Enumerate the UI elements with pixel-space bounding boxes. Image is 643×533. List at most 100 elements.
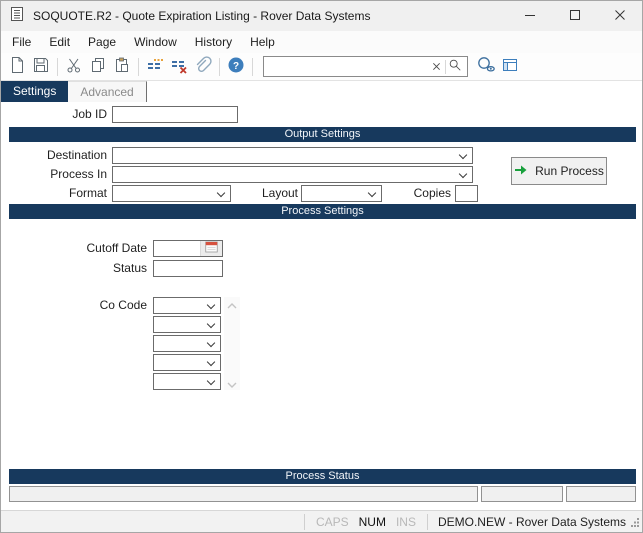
scroll-down-icon	[227, 376, 237, 391]
copy-icon	[89, 56, 107, 77]
add-detail-button[interactable]	[143, 55, 167, 79]
co-code-scrollbar	[224, 297, 240, 390]
search-icon	[448, 58, 462, 75]
calendar-button[interactable]	[200, 241, 222, 256]
maximize-icon	[569, 9, 581, 24]
scroll-up-icon	[227, 297, 237, 312]
window-title: SOQUOTE.R2 - Quote Expiration Listing - …	[33, 9, 371, 23]
process-in-label: Process In	[50, 167, 107, 181]
title-bar: SOQUOTE.R2 - Quote Expiration Listing - …	[1, 1, 642, 31]
co-code-select-1[interactable]	[153, 297, 221, 314]
status-input[interactable]	[153, 260, 223, 277]
menu-help[interactable]: Help	[241, 32, 284, 52]
toolbar: ?	[1, 53, 642, 81]
layout-icon	[501, 56, 519, 77]
cutoff-date-field	[153, 240, 223, 257]
new-button[interactable]	[5, 55, 29, 79]
cut-icon	[65, 56, 83, 77]
format-select[interactable]	[112, 185, 231, 202]
new-icon	[8, 56, 26, 77]
scroll-down-button[interactable]	[224, 376, 240, 390]
run-process-label: Run Process	[535, 164, 604, 178]
output-settings-header: Output Settings	[9, 127, 636, 142]
statusbar-separator	[303, 513, 305, 530]
cutoff-date-input[interactable]	[154, 241, 200, 256]
search-input[interactable]	[267, 59, 427, 74]
clear-search-button[interactable]	[427, 58, 445, 76]
close-icon	[614, 9, 626, 24]
run-arrow-icon	[514, 164, 528, 179]
ins-indicator: INS	[395, 514, 416, 529]
resize-grip[interactable]	[630, 516, 640, 530]
help-button[interactable]: ?	[224, 55, 248, 79]
co-code-label: Co Code	[99, 298, 147, 312]
find-preview-icon	[476, 56, 496, 77]
menu-edit[interactable]: Edit	[40, 32, 79, 52]
co-code-select-4[interactable]	[153, 354, 221, 371]
layout-select[interactable]	[301, 185, 382, 202]
paste-icon	[113, 56, 131, 77]
attach-button[interactable]	[191, 55, 215, 79]
process-status-header: Process Status	[9, 469, 636, 484]
help-icon: ?	[227, 56, 245, 77]
save-icon	[32, 56, 50, 77]
menu-history[interactable]: History	[186, 32, 241, 52]
co-code-select-2[interactable]	[153, 316, 221, 333]
toolbar-separator	[219, 57, 220, 76]
find-preview-button[interactable]	[474, 55, 498, 79]
add-detail-icon	[146, 56, 164, 77]
num-indicator: NUM	[358, 514, 386, 529]
copies-label: Copies	[413, 186, 451, 200]
format-label: Format	[68, 186, 107, 200]
toolbar-separator	[57, 57, 58, 76]
tab-settings[interactable]: Settings	[1, 81, 69, 102]
delete-detail-icon	[170, 56, 188, 77]
menu-page[interactable]: Page	[79, 32, 125, 52]
minimize-button[interactable]	[507, 1, 552, 31]
clear-search-icon	[432, 59, 441, 74]
paste-button[interactable]	[110, 55, 134, 79]
document-icon	[9, 6, 25, 27]
process-status-box-2	[481, 486, 563, 502]
job-id-input[interactable]	[112, 106, 238, 123]
run-process-button[interactable]: Run Process	[511, 157, 607, 185]
menu-file[interactable]: File	[3, 32, 40, 52]
process-in-select[interactable]	[112, 166, 473, 183]
status-bar: CAPS NUM INS DEMO.NEW - Rover Data Syste…	[1, 510, 642, 532]
job-id-label: Job ID	[72, 107, 107, 121]
attach-icon	[194, 56, 212, 77]
maximize-button[interactable]	[552, 1, 597, 31]
statusbar-separator	[426, 513, 428, 530]
close-button[interactable]	[597, 1, 642, 31]
menu-window[interactable]: Window	[125, 32, 186, 52]
minimize-icon	[524, 9, 536, 24]
layout-button[interactable]	[498, 55, 522, 79]
scroll-up-button[interactable]	[224, 297, 240, 311]
destination-label: Destination	[46, 148, 107, 162]
app-window: SOQUOTE.R2 - Quote Expiration Listing - …	[0, 0, 643, 533]
save-button[interactable]	[29, 55, 53, 79]
process-status-message-box	[9, 486, 478, 502]
menu-bar: File Edit Page Window History Help	[1, 31, 642, 53]
co-code-select-3[interactable]	[153, 335, 221, 352]
caps-indicator: CAPS	[315, 514, 349, 529]
status-label: Status	[112, 261, 147, 275]
co-code-select-5[interactable]	[153, 373, 221, 390]
toolbar-separator	[138, 57, 139, 76]
copies-input[interactable]	[455, 185, 478, 202]
tab-advanced[interactable]: Advanced	[68, 81, 147, 102]
svg-text:?: ?	[233, 61, 239, 72]
delete-detail-button[interactable]	[167, 55, 191, 79]
cut-button[interactable]	[62, 55, 86, 79]
tab-strip: Settings Advanced	[1, 81, 642, 102]
search-box	[263, 56, 468, 77]
process-settings-header: Process Settings	[9, 204, 636, 219]
session-info: DEMO.NEW - Rover Data Systems	[437, 514, 626, 529]
cutoff-date-label: Cutoff Date	[86, 241, 147, 255]
calendar-icon	[205, 241, 218, 256]
search-button[interactable]	[446, 58, 464, 76]
process-status-box-3	[566, 486, 636, 502]
toolbar-separator	[252, 57, 253, 76]
destination-select[interactable]	[112, 147, 473, 164]
copy-button[interactable]	[86, 55, 110, 79]
